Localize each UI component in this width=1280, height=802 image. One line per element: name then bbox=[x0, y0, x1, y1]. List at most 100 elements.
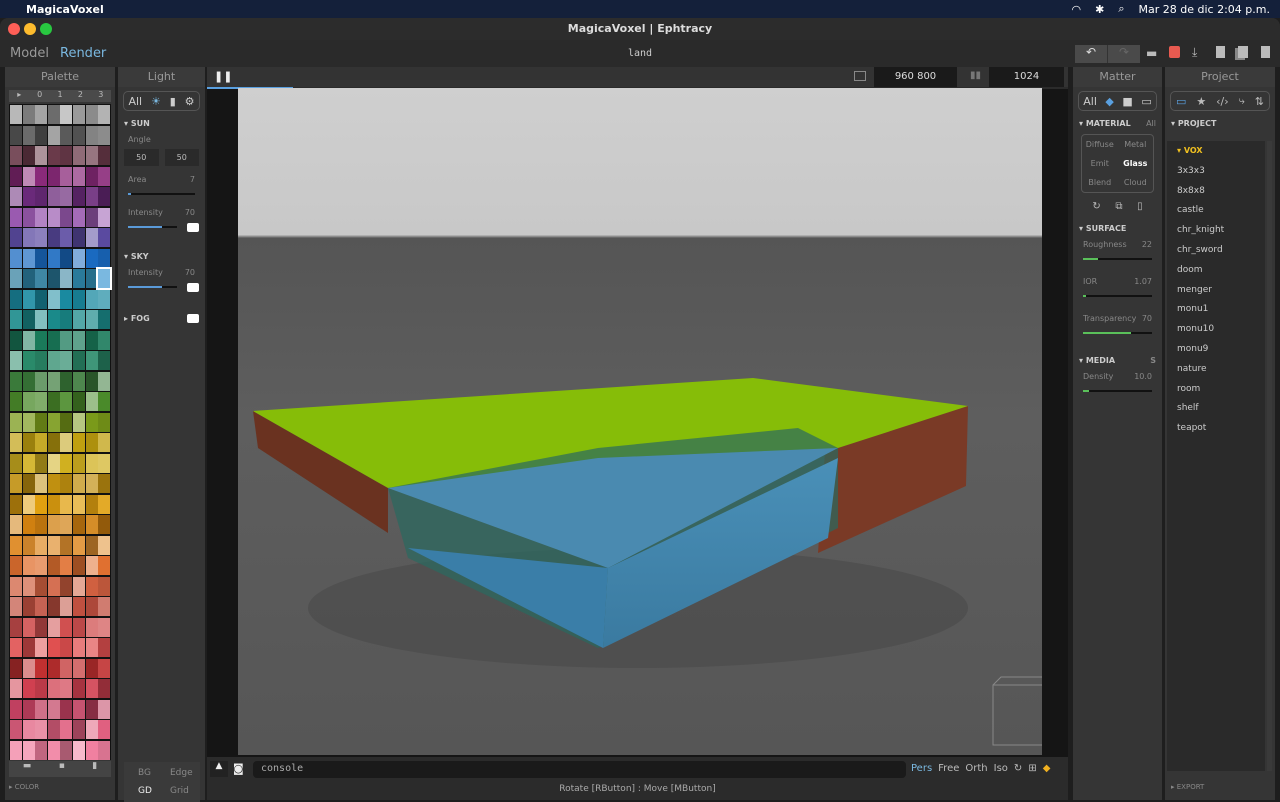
palette-color[interactable] bbox=[35, 310, 48, 329]
palette-color[interactable] bbox=[10, 269, 22, 288]
palette-color[interactable] bbox=[22, 597, 35, 616]
palette-color[interactable] bbox=[22, 330, 35, 350]
palette-color[interactable] bbox=[35, 617, 48, 637]
palette-color[interactable] bbox=[47, 310, 60, 329]
palette-color[interactable] bbox=[98, 228, 111, 247]
project-scrollbar[interactable] bbox=[1267, 141, 1272, 771]
filter-all[interactable]: All bbox=[1083, 95, 1097, 108]
palette-color[interactable] bbox=[35, 269, 48, 288]
palette-color[interactable] bbox=[47, 617, 60, 637]
palette-color[interactable] bbox=[22, 433, 35, 452]
palette-color[interactable] bbox=[73, 371, 85, 391]
project-file-item[interactable]: doom bbox=[1167, 260, 1265, 280]
palette-color[interactable] bbox=[73, 166, 85, 186]
palette-color[interactable] bbox=[60, 392, 73, 411]
palette-color[interactable] bbox=[60, 371, 73, 391]
palette-color[interactable] bbox=[60, 699, 73, 719]
palette-color[interactable] bbox=[22, 412, 35, 432]
palette-color[interactable] bbox=[73, 289, 85, 309]
palette-color[interactable] bbox=[85, 248, 98, 268]
palette-color[interactable] bbox=[47, 433, 60, 452]
palette-color[interactable] bbox=[60, 125, 73, 145]
frame-icon[interactable]: ⊞ bbox=[1028, 763, 1036, 774]
palette-color[interactable] bbox=[47, 166, 60, 186]
transparency-slider[interactable] bbox=[1083, 332, 1152, 334]
bluetooth-icon[interactable]: ✱ bbox=[1095, 3, 1104, 16]
palette-color[interactable] bbox=[10, 638, 22, 657]
palette-color[interactable] bbox=[47, 597, 60, 616]
palette-color[interactable] bbox=[60, 248, 73, 268]
clock[interactable]: Mar 28 de dic 2:04 p.m. bbox=[1139, 3, 1270, 16]
palette-color[interactable] bbox=[10, 576, 22, 596]
palette-color[interactable] bbox=[35, 720, 48, 739]
sky-color-swatch[interactable] bbox=[187, 282, 199, 292]
material-section[interactable]: ▾ MATERIAL All bbox=[1073, 115, 1162, 132]
palette-color[interactable] bbox=[60, 474, 73, 493]
palette-color[interactable] bbox=[73, 740, 85, 760]
paste-icon[interactable]: ▯ bbox=[1137, 201, 1143, 212]
palette-color[interactable] bbox=[73, 248, 85, 268]
palette-color[interactable] bbox=[22, 494, 35, 514]
palette-color[interactable] bbox=[47, 720, 60, 739]
view-free[interactable]: Free bbox=[938, 763, 959, 774]
project-file-item[interactable]: menger bbox=[1167, 280, 1265, 300]
palette-color[interactable] bbox=[98, 166, 111, 186]
palette-color[interactable] bbox=[35, 412, 48, 432]
star-icon[interactable]: ★ bbox=[1196, 95, 1206, 108]
palette-color[interactable] bbox=[98, 474, 111, 493]
color-section[interactable]: ▸ COLOR bbox=[9, 783, 39, 791]
palette-color[interactable] bbox=[35, 658, 48, 678]
palette-color[interactable] bbox=[98, 679, 111, 698]
angle-x-input[interactable]: 50 bbox=[124, 149, 159, 166]
gear-icon[interactable]: ⚙ bbox=[185, 95, 195, 108]
palette-color[interactable] bbox=[35, 166, 48, 186]
palette-color[interactable] bbox=[35, 351, 48, 370]
palette-color[interactable] bbox=[60, 617, 73, 637]
palette-color[interactable] bbox=[73, 494, 85, 514]
palette-color[interactable] bbox=[35, 248, 48, 268]
material-cube-icon[interactable]: ◆ bbox=[1105, 95, 1113, 108]
palette-color[interactable] bbox=[85, 187, 98, 206]
wifi-icon[interactable]: ◠ bbox=[1072, 3, 1082, 16]
project-file-item[interactable]: chr_knight bbox=[1167, 220, 1265, 240]
palette-color[interactable] bbox=[60, 269, 73, 288]
palette-color[interactable] bbox=[73, 105, 85, 124]
roughness-slider[interactable] bbox=[1083, 258, 1152, 260]
palette-color[interactable] bbox=[98, 125, 111, 145]
palette-color[interactable] bbox=[98, 351, 111, 370]
branch-icon[interactable]: ⤷ bbox=[1239, 94, 1245, 108]
palette-color[interactable] bbox=[47, 392, 60, 411]
palette-color[interactable] bbox=[47, 207, 60, 227]
open-folder-icon[interactable]: ▬ bbox=[1146, 46, 1157, 60]
transparency-value[interactable]: 70 bbox=[1142, 314, 1152, 323]
palette-color[interactable] bbox=[47, 658, 60, 678]
palette-color[interactable] bbox=[10, 351, 22, 370]
palette-color[interactable] bbox=[35, 535, 48, 555]
palette-color[interactable] bbox=[10, 187, 22, 206]
save-palette-icon[interactable]: ▪ bbox=[59, 761, 65, 777]
palette-page-3[interactable]: 3 bbox=[91, 90, 111, 102]
palette-color[interactable] bbox=[85, 699, 98, 719]
palette-color[interactable] bbox=[98, 617, 111, 637]
palette-color[interactable] bbox=[10, 679, 22, 698]
material-glass[interactable]: Glass bbox=[1118, 159, 1154, 168]
palette-color[interactable] bbox=[85, 289, 98, 309]
palette-color[interactable] bbox=[98, 597, 111, 616]
palette-color[interactable] bbox=[35, 392, 48, 411]
palette-page-play[interactable]: ▸ bbox=[9, 90, 29, 102]
palette-color[interactable] bbox=[35, 125, 48, 145]
palette-color[interactable] bbox=[73, 474, 85, 493]
material-cloud[interactable]: Cloud bbox=[1118, 178, 1154, 187]
tab-model[interactable]: Model bbox=[10, 46, 49, 61]
palette-color[interactable] bbox=[98, 248, 111, 268]
palette-color[interactable] bbox=[98, 371, 111, 391]
project-file-item[interactable]: room bbox=[1167, 379, 1265, 399]
project-section[interactable]: ▾ PROJECT bbox=[1165, 115, 1275, 132]
palette-color[interactable] bbox=[10, 392, 22, 411]
palette-color[interactable] bbox=[22, 207, 35, 227]
material-blend[interactable]: Blend bbox=[1082, 178, 1118, 187]
palette-color[interactable] bbox=[73, 679, 85, 698]
palette-color[interactable] bbox=[35, 515, 48, 534]
palette-color[interactable] bbox=[10, 617, 22, 637]
palette-color[interactable] bbox=[35, 699, 48, 719]
